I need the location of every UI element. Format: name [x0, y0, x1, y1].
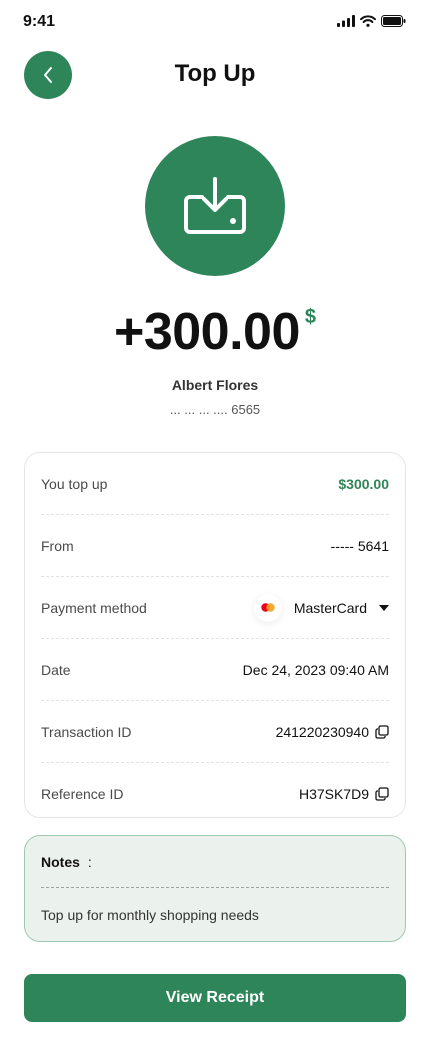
from-account-value: ----- 5641: [330, 537, 389, 554]
currency-symbol: $: [304, 306, 317, 328]
page-title: Top Up: [174, 60, 256, 87]
notes-colon: :: [87, 854, 92, 870]
payment-method-value: MasterCard: [293, 599, 367, 616]
detail-row-reference-id: Reference ID H37SK7D9: [41, 763, 389, 825]
detail-row-date: Date Dec 24, 2023 09:40 AM: [41, 639, 389, 701]
detail-label: From: [41, 537, 74, 554]
notes-text: Top up for monthly shopping needs: [41, 907, 259, 923]
download-tray-icon: [184, 177, 246, 234]
reference-id-group: H37SK7D9: [299, 786, 389, 802]
detail-label: Transaction ID: [41, 723, 132, 740]
detail-label: Reference ID: [41, 786, 124, 802]
view-receipt-button[interactable]: View Receipt: [24, 974, 406, 1022]
reference-id-value: H37SK7D9: [298, 786, 369, 802]
mastercard-icon: [253, 593, 282, 622]
wifi-icon: [360, 15, 376, 27]
notes-heading: Notes:: [41, 854, 389, 870]
caret-down-icon: [379, 604, 389, 611]
notes-divider: [41, 887, 389, 888]
masked-account-number: ... ... ... .... 6565: [169, 402, 261, 417]
transaction-id-group: 241220230940: [276, 724, 389, 740]
detail-row-payment-method: Payment method MasterCard: [41, 577, 389, 639]
status-bar: 9:41: [0, 0, 430, 44]
status-time: 9:41: [23, 13, 56, 30]
top-up-value: $300.00: [338, 475, 389, 492]
detail-row-from: From ----- 5641: [41, 515, 389, 577]
payment-method-dropdown[interactable]: MasterCard: [253, 593, 389, 622]
account-holder-name: Albert Flores: [171, 377, 259, 393]
status-icons: [337, 15, 406, 27]
detail-label: You top up: [41, 475, 108, 492]
date-value: Dec 24, 2023 09:40 AM: [242, 661, 389, 678]
notes-card: Notes: Top up for monthly shopping needs: [24, 835, 406, 942]
transaction-details-card: You top up $300.00 From ----- 5641 Payme…: [24, 452, 406, 818]
top-up-hero-badge: [145, 136, 285, 276]
notes-label: Notes: [41, 854, 80, 870]
detail-label: Date: [41, 661, 71, 678]
top-up-amount: +300.00: [113, 303, 300, 361]
detail-row-amount: You top up $300.00: [41, 453, 389, 515]
copy-icon[interactable]: [375, 724, 389, 739]
cellular-signal-icon: [337, 15, 355, 27]
battery-icon: [381, 15, 406, 27]
amount-row: +300.00 $: [0, 300, 430, 364]
detail-label: Payment method: [41, 599, 147, 616]
copy-icon[interactable]: [375, 787, 389, 801]
transaction-id-value: 241220230940: [275, 723, 369, 740]
detail-row-transaction-id: Transaction ID 241220230940: [41, 701, 389, 763]
